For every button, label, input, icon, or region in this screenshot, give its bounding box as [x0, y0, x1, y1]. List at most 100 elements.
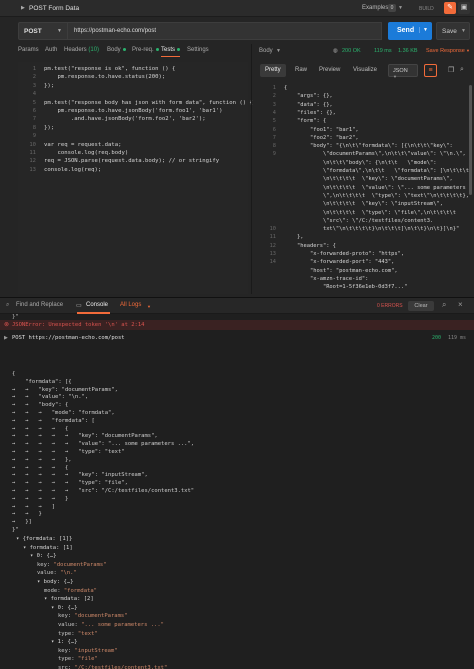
response-code-line[interactable]: "foo2": "bar2",: [284, 135, 359, 141]
editor-code-line[interactable]: pm.test("response body has json with for…: [44, 100, 253, 106]
tree-node[interactable]: ▾ formdata: [2]: [44, 596, 94, 602]
response-code-line[interactable]: "x-amzn-trace-id":: [284, 276, 372, 282]
response-code-line[interactable]: {: [284, 85, 287, 91]
editor-code-line[interactable]: console.log(req.body): [44, 150, 128, 156]
test-script-editor[interactable]: 1 2 3 4 5 6 7 8 9 10 11 12 13 pm.test("response is o…: [18, 62, 253, 294]
response-code-line[interactable]: \"src\": \"/C:/testfiles/content3.: [284, 218, 433, 224]
tree-value: "inputStream": [74, 647, 118, 654]
console-log-line: {: [12, 371, 16, 377]
editor-code-line[interactable]: .and.have.jsonBody('form.foo2', 'bar2');: [44, 116, 206, 122]
collapse-caret-icon[interactable]: ▶: [21, 5, 25, 11]
response-code-line[interactable]: \n\t\t\"body\": {\n\t\t \"mode\":: [284, 160, 437, 166]
response-code-line[interactable]: "form": {: [284, 118, 326, 124]
response-code-line[interactable]: \n\t\t\t\t \"value\": \"... some paramet…: [284, 185, 472, 191]
editor-code-line[interactable]: });: [44, 125, 54, 131]
response-code-line[interactable]: "args": {},: [284, 93, 333, 99]
response-body[interactable]: 1 2 3 4 5 6 7 8 9 10 11 12 13 14 { "args": {}, "data"…: [262, 83, 472, 295]
console-log-line: → → → ]: [12, 503, 56, 510]
response-code-line[interactable]: txt\"\n\t\t\t\t}\n\t\t\t]\n\t\t}\n\t}]\n…: [284, 226, 459, 232]
console-tab[interactable]: Console: [86, 302, 108, 308]
response-status: 200 OK: [342, 48, 361, 54]
search-icon[interactable]: ⌕: [460, 66, 464, 74]
all-logs-chevron-icon[interactable]: ▼: [147, 304, 151, 309]
format-select[interactable]: JSON ▼: [388, 64, 418, 79]
console-log-line: → → → → → "type": "file",: [12, 480, 128, 487]
editor-code-line[interactable]: pm.response.to.have.jsonBody('form.foo1'…: [44, 108, 222, 114]
console-log-line: → → → → }: [12, 495, 69, 502]
console-search-icon[interactable]: ⌕: [442, 300, 446, 310]
send-button[interactable]: Send ▼: [388, 22, 432, 40]
save-response-button[interactable]: Save Response: [426, 48, 465, 54]
tree-node[interactable]: ▾ body: {…}: [37, 579, 73, 585]
console-log-line: → → → → → "type": "text": [12, 449, 125, 455]
expand-request-icon[interactable]: ▶: [4, 335, 8, 341]
response-code-line[interactable]: },: [284, 234, 304, 240]
response-code-line[interactable]: "headers": {: [284, 243, 336, 249]
tree-node[interactable]: ▾ 0: {…}: [51, 605, 78, 611]
editor-code-line[interactable]: });: [44, 83, 54, 89]
tab-prerequest[interactable]: Pre-req.: [132, 47, 159, 53]
response-code-line[interactable]: "body": "{\n\t\"formdata\": [{\n\t\t\"ke…: [284, 143, 453, 149]
edit-icon[interactable]: ✎: [444, 2, 456, 14]
response-code-line[interactable]: \"documentParams\",\n\t\t\"value\": \"\n…: [284, 151, 466, 157]
view-tab-visualize[interactable]: Visualize: [348, 64, 382, 77]
examples-dropdown-icon[interactable]: ▼: [398, 5, 403, 11]
response-code-line[interactable]: \n\t\t\t\t \"type\": \"file\",\n\t\t\t\t: [284, 210, 456, 216]
editor-code-line[interactable]: console.log(req);: [44, 167, 101, 173]
all-logs-dropdown[interactable]: All Logs: [120, 302, 141, 308]
editor-code-line[interactable]: pm.test("response is ok", function () {: [44, 66, 175, 72]
comments-icon[interactable]: ▣: [458, 2, 470, 14]
response-code-line[interactable]: \"formdata\",\n\t\t \"formdata\": [\n\t\…: [284, 168, 472, 174]
response-code-line[interactable]: \n\t\t\t\t \"key\": \"inputStream\",: [284, 201, 443, 207]
save-label: Save: [442, 28, 457, 35]
save-button[interactable]: Save ▼: [436, 22, 470, 40]
copy-icon[interactable]: ❐: [448, 66, 454, 74]
url-input[interactable]: https://postman-echo.com/post: [68, 22, 382, 40]
response-code-line[interactable]: "data": {},: [284, 102, 333, 108]
response-body-dropdown-icon[interactable]: ▼: [276, 48, 281, 54]
view-tab-preview[interactable]: Preview: [314, 64, 345, 77]
editor-code-line[interactable]: var req = request.data;: [44, 142, 121, 148]
console-request-line[interactable]: POST https://postman-echo.com/post: [12, 335, 125, 341]
clear-button[interactable]: Clear: [408, 301, 434, 311]
build-mode-label[interactable]: BUILD: [419, 6, 434, 12]
wrap-lines-icon[interactable]: ≡: [424, 64, 437, 77]
save-options-icon[interactable]: ▼: [461, 28, 466, 34]
find-replace-tab[interactable]: Find and Replace: [16, 302, 63, 308]
response-code-line[interactable]: "Root=1-5f36e1eb-0d3f7...": [284, 284, 407, 290]
request-title[interactable]: POST Form Data: [29, 5, 79, 12]
response-code-line[interactable]: "x-forwarded-port": "443",: [284, 259, 394, 265]
response-code-line[interactable]: "x-forwarded-proto": "https",: [284, 251, 404, 257]
tab-settings[interactable]: Settings: [187, 47, 209, 53]
method-select[interactable]: POST ▼: [18, 22, 68, 40]
send-options-icon[interactable]: ▼: [419, 27, 428, 33]
tab-headers[interactable]: Headers (10): [64, 47, 99, 53]
tree-node[interactable]: ▾ 1: {…}: [51, 639, 78, 645]
view-tab-pretty[interactable]: Pretty: [260, 64, 286, 77]
response-code-line[interactable]: \",\n\t\t\t\t \"type\": \"text\"\n\t\t\t…: [284, 193, 469, 199]
find-replace-icon[interactable]: ⌕: [6, 302, 9, 309]
tab-body[interactable]: Body: [107, 47, 126, 53]
editor-code-line[interactable]: pm.response.to.have.status(200);: [44, 74, 165, 80]
view-tab-raw[interactable]: Raw: [290, 64, 312, 77]
response-body-label[interactable]: Body: [259, 48, 273, 54]
tree-node[interactable]: ▾ {formdata: [1]}: [16, 536, 72, 542]
pane-divider[interactable]: [251, 44, 252, 294]
close-console-icon[interactable]: ×: [458, 300, 463, 309]
response-code-line[interactable]: "foo1": "bar1",: [284, 127, 359, 133]
editor-code-line[interactable]: req = JSON.parse(request.data.body); // …: [44, 158, 219, 164]
save-response-dropdown-icon[interactable]: ▼: [466, 48, 470, 53]
tab-auth[interactable]: Auth: [45, 47, 57, 53]
editor-line-number: 10: [29, 141, 36, 148]
console-log-line: → → → → → "key": "inputStream",: [12, 472, 148, 479]
tree-key: key:: [58, 613, 75, 620]
response-code-line[interactable]: "files": {},: [284, 110, 336, 116]
response-scrollbar[interactable]: [469, 85, 472, 195]
tree-node[interactable]: ▾ 0: {…}: [30, 553, 57, 559]
response-code-line[interactable]: \n\t\t\t\t \"key\": \"documentParams\",: [284, 176, 453, 182]
examples-label[interactable]: Examples: [362, 5, 388, 11]
tab-tests[interactable]: Tests: [161, 47, 181, 57]
tree-node[interactable]: ▾ formdata: [1]: [23, 545, 73, 551]
response-code-line[interactable]: "host": "postman-echo.com",: [284, 268, 398, 274]
tab-params[interactable]: Params: [18, 47, 39, 53]
